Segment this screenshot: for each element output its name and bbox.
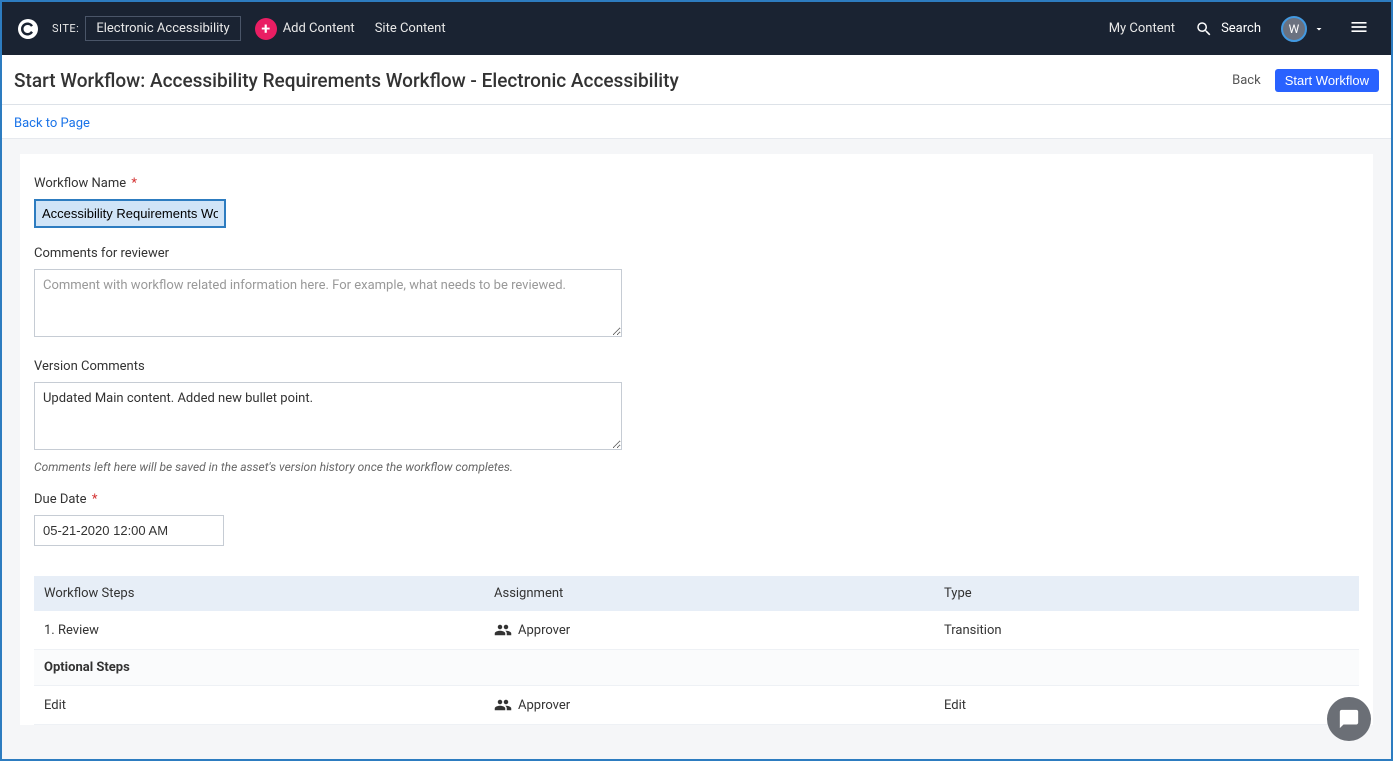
app-logo-icon[interactable]	[16, 17, 40, 41]
table-row: 1. Review Approver Transition	[34, 611, 1359, 650]
group-icon	[494, 696, 512, 714]
group-icon	[494, 621, 512, 639]
workflow-name-label: Workflow Name *	[34, 176, 1359, 191]
assignment-cell: Approver	[494, 621, 944, 639]
workflow-name-input[interactable]	[34, 199, 226, 228]
chat-icon	[1338, 708, 1360, 730]
plus-icon[interactable]: +	[255, 18, 277, 40]
version-comments-group: Version Comments Comments left here will…	[34, 359, 1359, 474]
col-header-step: Workflow Steps	[44, 586, 494, 601]
due-date-label: Due Date *	[34, 492, 1359, 507]
step-cell: 1. Review	[44, 623, 494, 638]
topbar-right: My Content Search W	[1109, 13, 1381, 45]
due-date-input[interactable]	[34, 515, 224, 546]
comments-label: Comments for reviewer	[34, 246, 1359, 261]
col-header-type: Type	[944, 586, 1349, 601]
type-cell: Transition	[944, 623, 1349, 638]
hamburger-menu-icon[interactable]	[1345, 13, 1373, 45]
back-button[interactable]: Back	[1232, 73, 1261, 88]
table-row: Edit Approver Edit	[34, 686, 1359, 725]
search-label: Search	[1221, 21, 1261, 36]
step-cell: Edit	[44, 698, 494, 713]
version-comments-label: Version Comments	[34, 359, 1359, 374]
chat-widget-button[interactable]	[1327, 697, 1371, 741]
topbar: SITE: Electronic Accessibility + Add Con…	[2, 2, 1391, 55]
avatar: W	[1281, 16, 1307, 42]
search-button[interactable]: Search	[1195, 20, 1261, 38]
version-help-text: Comments left here will be saved in the …	[34, 460, 1359, 474]
required-indicator: *	[92, 492, 98, 507]
comments-group: Comments for reviewer	[34, 246, 1359, 341]
add-content-link[interactable]: Add Content	[283, 21, 355, 36]
user-menu[interactable]: W	[1281, 16, 1325, 42]
start-workflow-button[interactable]: Start Workflow	[1275, 69, 1379, 92]
page-header: Start Workflow: Accessibility Requiremen…	[2, 55, 1391, 105]
workflow-name-group: Workflow Name *	[34, 176, 1359, 228]
back-to-page-link[interactable]: Back to Page	[14, 116, 90, 131]
chevron-down-icon	[1313, 23, 1325, 35]
col-header-assignment: Assignment	[494, 586, 944, 601]
my-content-link[interactable]: My Content	[1109, 21, 1175, 36]
optional-steps-header: Optional Steps	[34, 650, 1359, 686]
site-content-link[interactable]: Site Content	[375, 21, 446, 36]
required-indicator: *	[131, 176, 137, 191]
assignment-cell: Approver	[494, 696, 944, 714]
form-container: Workflow Name * Comments for reviewer Ve…	[20, 154, 1373, 725]
header-actions: Back Start Workflow	[1232, 69, 1379, 92]
type-cell: Edit	[944, 698, 1349, 713]
site-label: SITE:	[52, 22, 79, 35]
search-icon	[1195, 20, 1213, 38]
site-selector[interactable]: Electronic Accessibility	[85, 16, 240, 41]
page-title: Start Workflow: Accessibility Requiremen…	[14, 69, 679, 92]
due-date-group: Due Date *	[34, 492, 1359, 546]
comments-textarea[interactable]	[34, 269, 622, 337]
version-comments-textarea[interactable]	[34, 382, 622, 450]
breadcrumb: Back to Page	[2, 105, 1391, 139]
workflow-steps-header: Workflow Steps Assignment Type	[34, 576, 1359, 611]
